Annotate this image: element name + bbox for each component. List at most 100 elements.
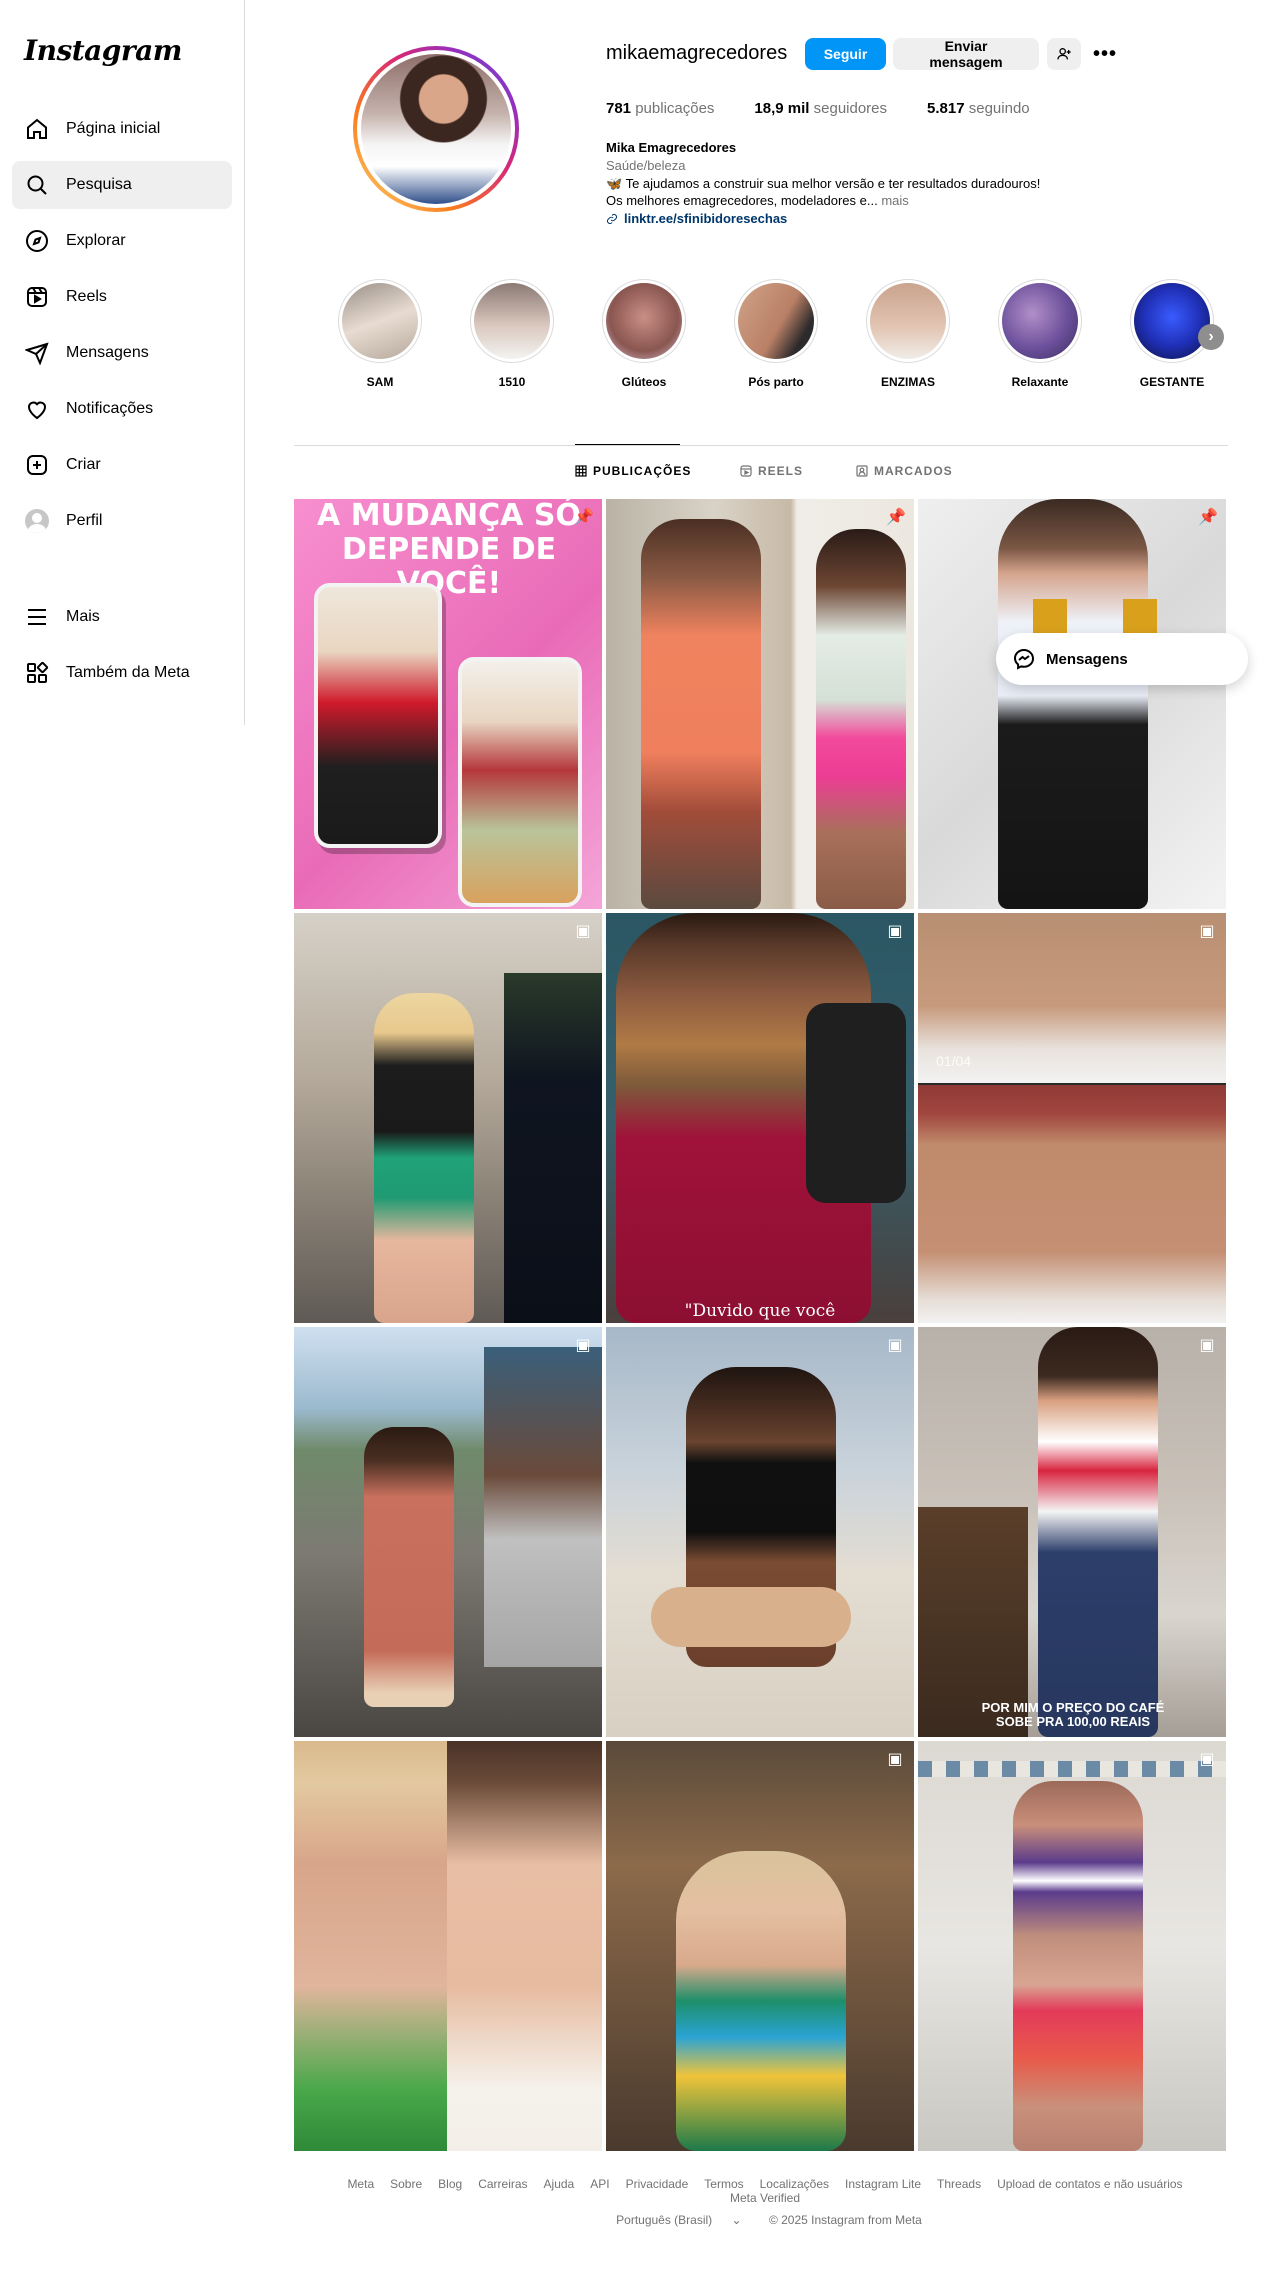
sidebar-item-reels[interactable]: Reels: [12, 273, 232, 321]
add-user-icon: [1057, 48, 1071, 60]
sidebar-item-create[interactable]: Criar: [12, 441, 232, 489]
highlight-relaxante[interactable]: Relaxante: [998, 279, 1082, 389]
post-4[interactable]: ▣: [294, 913, 602, 1323]
person-photo: [364, 1427, 454, 1707]
person-before: [641, 519, 761, 909]
tab-tagged[interactable]: MARCADOS: [856, 464, 953, 478]
highlight-gluteos[interactable]: Glúteos: [602, 279, 686, 389]
footer-link[interactable]: API: [590, 2177, 609, 2191]
post-11[interactable]: ▣: [606, 1741, 914, 2151]
footer-link[interactable]: Threads: [937, 2177, 981, 2191]
footer-link[interactable]: Termos: [704, 2177, 743, 2191]
post-5[interactable]: "Duvido que você ▣: [606, 913, 914, 1323]
post-7[interactable]: ▣: [294, 1327, 602, 1737]
after-photo: [918, 1085, 1226, 1323]
footer-link[interactable]: Instagram Lite: [845, 2177, 921, 2191]
sidebar-item-label: Criar: [66, 456, 101, 473]
post-10[interactable]: [294, 1741, 602, 2151]
suggested-accounts-button[interactable]: [1047, 38, 1081, 70]
messenger-icon: [1013, 648, 1035, 670]
reel-icon: ▣: [1199, 1751, 1215, 1768]
post-12[interactable]: ▣: [918, 1741, 1226, 2151]
tile-border: [918, 1761, 1226, 1777]
person-after: [816, 529, 906, 909]
chevron-right-icon[interactable]: ›: [1198, 324, 1224, 350]
send-message-button[interactable]: Enviar mensagem: [893, 38, 1039, 70]
heart-icon: [24, 396, 50, 422]
tab-posts[interactable]: PUBLICAÇÕES: [575, 464, 691, 478]
sidebar-item-label: Mensagens: [66, 344, 149, 361]
sidebar-item-search[interactable]: Pesquisa: [12, 161, 232, 209]
sidebar-item-messages[interactable]: Mensagens: [12, 329, 232, 377]
reel-icon: ▣: [887, 1751, 903, 1768]
menu-icon: [24, 604, 50, 630]
search-icon: [24, 172, 50, 198]
footer-link[interactable]: Localizações: [760, 2177, 829, 2191]
profile-bio-line2: Os melhores emagrecedores, modeladores e…: [606, 193, 909, 208]
profile-link[interactable]: linktr.ee/sfinibidoresechas: [606, 211, 787, 226]
profile-username: mikaemagrecedores: [606, 42, 788, 64]
instagram-logo[interactable]: Instagram: [24, 34, 182, 67]
sidebar-item-label: Reels: [66, 288, 107, 305]
language-select[interactable]: Português (Brasil) ⌄: [608, 2213, 749, 2227]
reels-icon: [24, 284, 50, 310]
link-icon: [607, 213, 617, 224]
person-photo: [676, 1851, 846, 2151]
post-9[interactable]: POR MIM O PREÇO DO CAFÉ SOBE PRA 100,00 …: [918, 1327, 1226, 1737]
sidebar-item-label: Página inicial: [66, 120, 161, 137]
sidebar: Instagram Página inicial Pesquisa Explor…: [0, 0, 245, 725]
plus-square-icon: [24, 452, 50, 478]
sidebar-item-profile[interactable]: Perfil: [12, 497, 232, 545]
chair-fur: [651, 1587, 851, 1647]
highlight-enzimas[interactable]: ENZIMAS: [866, 279, 950, 389]
post-8[interactable]: ▣: [606, 1327, 914, 1737]
footer-link[interactable]: Ajuda: [544, 2177, 575, 2191]
bio-more-link[interactable]: mais: [881, 193, 908, 208]
tab-reels[interactable]: REELS: [740, 464, 803, 478]
sidebar-item-more[interactable]: Mais: [12, 593, 232, 641]
profile-stats: 781 publicações 18,9 mil seguidores 5.81…: [606, 100, 1070, 117]
footer-link[interactable]: Meta: [347, 2177, 374, 2191]
post-6[interactable]: 01/04 ▣: [918, 913, 1226, 1323]
person-photo: [1013, 1781, 1143, 2151]
following-stat[interactable]: 5.817 seguindo: [927, 100, 1030, 117]
person-photo: [374, 993, 474, 1323]
sidebar-item-also-from-meta[interactable]: Também da Meta: [12, 649, 232, 697]
messages-floating-button[interactable]: Mensagens: [996, 633, 1248, 685]
post-1[interactable]: A MUDANÇA SÓ DEPENDE DE VOCÊ! 📌: [294, 499, 602, 909]
footer-link[interactable]: Meta Verified: [730, 2191, 800, 2205]
person-photo: [998, 499, 1148, 909]
sidebar-item-explore[interactable]: Explorar: [12, 217, 232, 265]
footer-link[interactable]: Blog: [438, 2177, 462, 2191]
reel-icon: ▣: [887, 923, 903, 940]
highlight-pos-parto[interactable]: Pós parto: [734, 279, 818, 389]
more-options-icon[interactable]: •••: [1092, 43, 1118, 65]
reel-icon: ▣: [1199, 1337, 1215, 1354]
pin-icon: 📌: [1198, 509, 1218, 526]
post-image-before: [314, 583, 442, 848]
highlight-sam[interactable]: SAM: [338, 279, 422, 389]
tabs-divider: [294, 445, 1228, 446]
footer-link[interactable]: Privacidade: [626, 2177, 689, 2191]
sidebar-item-label: Mais: [66, 608, 100, 625]
reel-icon: ▣: [1199, 923, 1215, 940]
sidebar-item-label: Notificações: [66, 400, 154, 417]
footer-link[interactable]: Upload de contatos e não usuários: [997, 2177, 1182, 2191]
profile-picture: [361, 54, 511, 204]
footer-links: Meta Sobre Blog Carreiras Ajuda API Priv…: [300, 2177, 1230, 2205]
post-3[interactable]: 📌: [918, 499, 1226, 909]
backpack: [806, 1003, 906, 1203]
profile-bio-line1: 🦋 Te ajudamos a construir sua melhor ver…: [606, 176, 1041, 191]
footer-link[interactable]: Sobre: [390, 2177, 422, 2191]
grid-icon: [24, 660, 50, 686]
footer-link[interactable]: Carreiras: [478, 2177, 527, 2191]
followers-stat[interactable]: 18,9 mil seguidores: [754, 100, 887, 117]
profile-picture-ring[interactable]: [353, 46, 519, 212]
sidebar-item-home[interactable]: Página inicial: [12, 105, 232, 153]
posts-stat: 781 publicações: [606, 100, 715, 117]
sidebar-item-notifications[interactable]: Notificações: [12, 385, 232, 433]
grid-icon: [575, 465, 587, 477]
follow-button[interactable]: Seguir: [805, 38, 886, 70]
post-2[interactable]: 📌: [606, 499, 914, 909]
highlight-1510[interactable]: 1510: [470, 279, 554, 389]
